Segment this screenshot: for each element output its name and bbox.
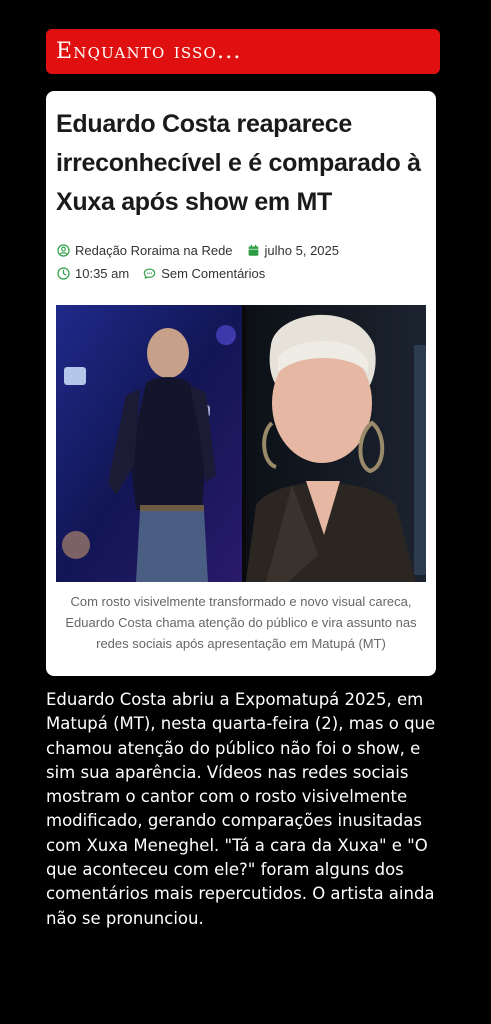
meta-time: 10:35 am [57, 266, 129, 281]
clock-icon [57, 267, 70, 280]
calendar-icon [248, 244, 258, 256]
meta-row-author-date: Redação Roraima na Rede julho 5, 2025 [57, 243, 353, 258]
comment-bubble-icon [143, 268, 156, 279]
article-headline[interactable]: Eduardo Costa reaparece irreconhecível e… [56, 105, 428, 222]
article-photo[interactable] [56, 305, 426, 582]
banner-title: Enquanto isso... [56, 38, 242, 64]
photo-caption: Com rosto visivelmente transformado e no… [65, 594, 417, 651]
photo-composite [56, 305, 426, 582]
meta-row-time-comments: 10:35 am Sem Comentários [57, 266, 279, 281]
author-name: Redação Roraima na Rede [75, 243, 233, 258]
publish-date: julho 5, 2025 [264, 243, 339, 258]
section-banner: Enquanto isso... [46, 29, 440, 74]
article-card[interactable]: Eduardo Costa reaparece irreconhecível e… [46, 91, 436, 676]
publish-time: 10:35 am [75, 266, 130, 281]
comments-link: Sem Comentários [161, 266, 266, 281]
post-body-text: Eduardo Costa abriu a Expomatupá 2025, e… [46, 690, 436, 928]
user-circle-icon [57, 244, 70, 257]
meta-comments[interactable]: Sem Comentários [143, 266, 265, 281]
meta-date: julho 5, 2025 [247, 243, 339, 258]
meta-author[interactable]: Redação Roraima na Rede [57, 243, 233, 258]
